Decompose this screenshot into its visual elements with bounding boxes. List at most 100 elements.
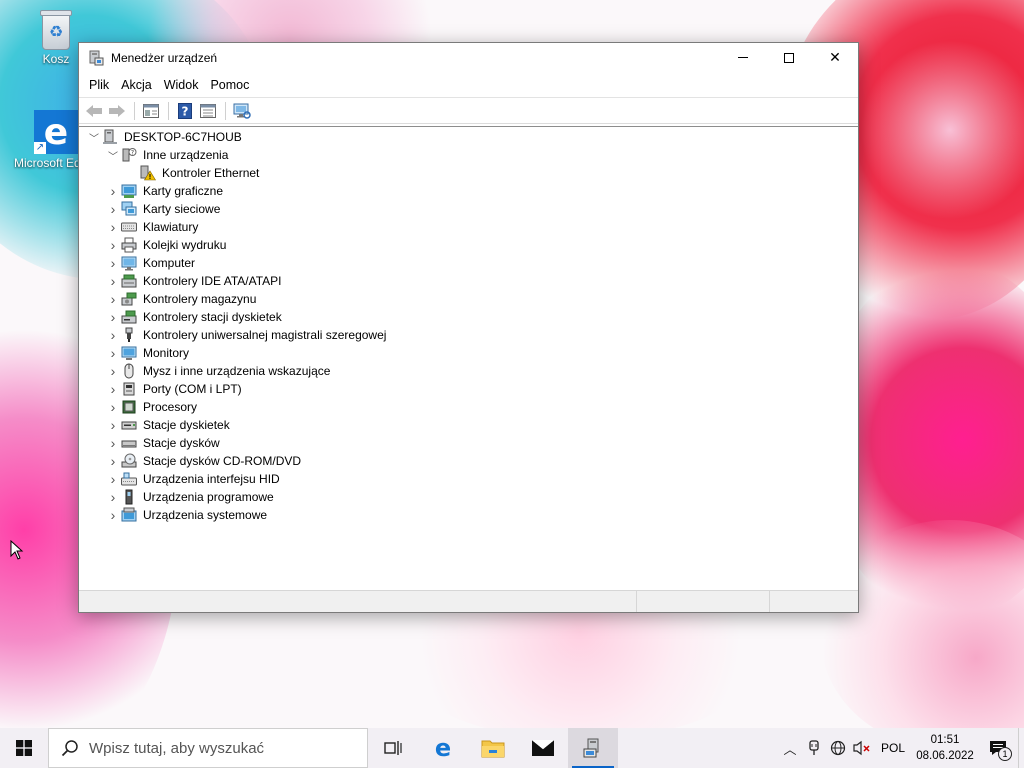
chevron-right-icon[interactable]: › <box>107 254 119 272</box>
chevron-right-icon[interactable]: › <box>107 488 119 506</box>
taskbar-device-manager[interactable] <box>568 728 618 768</box>
taskbar-task-view[interactable] <box>368 728 418 768</box>
edge-icon: e <box>435 736 451 760</box>
system-device-icon <box>121 507 137 523</box>
tree-category-label: Urządzenia interfejsu HID <box>143 472 280 486</box>
chevron-right-icon[interactable]: › <box>107 416 119 434</box>
minimize-button[interactable] <box>720 43 766 72</box>
floppy-drive-icon <box>121 417 137 433</box>
tree-category[interactable]: › Stacje dyskietek <box>79 416 858 434</box>
scan-hardware-button[interactable] <box>231 100 253 122</box>
recycle-bin-icon: ♻ <box>38 8 74 50</box>
chevron-right-icon[interactable]: › <box>107 182 119 200</box>
menu-view[interactable]: Widok <box>158 73 205 97</box>
chevron-right-icon[interactable]: › <box>107 218 119 236</box>
chevron-right-icon[interactable]: › <box>107 434 119 452</box>
close-button[interactable]: ✕ <box>812 43 858 72</box>
tray-network[interactable] <box>826 728 850 768</box>
chevron-right-icon[interactable]: › <box>107 326 119 344</box>
taskbar: Wpisz tutaj, aby wyszukać e ︿ POL 01:51 … <box>0 728 1024 768</box>
start-button[interactable] <box>0 728 48 768</box>
properties-icon <box>143 103 159 118</box>
chevron-right-icon[interactable]: › <box>107 452 119 470</box>
tree-category-label: Komputer <box>143 256 196 270</box>
tree-category-label: Karty sieciowe <box>143 202 221 216</box>
tree-category[interactable]: › Mysz i inne urządzenia wskazujące <box>79 362 858 380</box>
status-cell <box>79 591 637 612</box>
volume-muted-icon <box>853 740 870 756</box>
menu-help[interactable]: Pomoc <box>204 73 255 97</box>
help-button[interactable]: ? <box>174 100 196 122</box>
menu-action[interactable]: Akcja <box>115 73 158 97</box>
tree-category[interactable]: › Stacje dysków CD-ROM/DVD <box>79 452 858 470</box>
software-device-icon <box>121 489 137 505</box>
menu-file[interactable]: Plik <box>83 73 115 97</box>
language-indicator[interactable]: POL <box>874 741 912 755</box>
tree-root[interactable]: ﹀ DESKTOP-6C7HOUB <box>79 128 858 146</box>
tree-category[interactable]: › Stacje dysków <box>79 434 858 452</box>
tree-category-label: Monitory <box>143 346 190 360</box>
chevron-right-icon[interactable]: › <box>107 470 119 488</box>
tree-device[interactable]: Kontroler Ethernet <box>79 164 858 182</box>
taskbar-search-box[interactable]: Wpisz tutaj, aby wyszukać <box>48 728 368 768</box>
tree-category[interactable]: › Komputer <box>79 254 858 272</box>
view-button[interactable] <box>197 100 219 122</box>
tree-category[interactable]: › Kontrolery stacji dyskietek <box>79 308 858 326</box>
tree-category[interactable]: › Klawiatury <box>79 218 858 236</box>
status-bar <box>79 590 858 612</box>
tree-category-label: Porty (COM i LPT) <box>143 382 242 396</box>
tree-category-label: Stacje dysków <box>143 436 220 450</box>
chevron-right-icon[interactable]: › <box>107 308 119 326</box>
tree-category[interactable]: › Kontrolery magazynu <box>79 290 858 308</box>
chevron-up-icon: ︿ <box>783 741 797 757</box>
title-bar[interactable]: Menedżer urządzeń ✕ <box>79 43 858 73</box>
tree-category[interactable]: › Kolejki wydruku <box>79 236 858 254</box>
tray-volume[interactable] <box>850 728 874 768</box>
tree-category[interactable]: › Kontrolery uniwersalnej magistrali szer… <box>79 326 858 344</box>
clock[interactable]: 01:51 08.06.2022 <box>912 732 978 764</box>
chevron-right-icon[interactable]: › <box>107 272 119 290</box>
show-hidden-icons-button[interactable]: ︿ <box>778 728 802 768</box>
chevron-down-icon[interactable]: ﹀ <box>107 146 119 164</box>
mouse-icon <box>121 363 137 379</box>
warning-device-icon <box>140 165 156 181</box>
forward-button[interactable] <box>106 100 128 122</box>
chevron-right-icon[interactable]: › <box>107 398 119 416</box>
tray-network-device[interactable] <box>802 728 826 768</box>
maximize-button[interactable] <box>766 43 812 72</box>
device-tree: ﹀ DESKTOP-6C7HOUB ﹀? Inne urządzenia Kontr… <box>79 126 858 590</box>
chevron-right-icon[interactable]: › <box>107 290 119 308</box>
action-center-button[interactable]: 1 <box>978 728 1018 768</box>
chevron-right-icon[interactable]: › <box>107 200 119 218</box>
taskbar-mail[interactable] <box>518 728 568 768</box>
edge-icon: e ↗ <box>34 110 78 154</box>
show-desktop-button[interactable] <box>1018 728 1024 768</box>
taskbar-file-explorer[interactable] <box>468 728 518 768</box>
tree-category[interactable]: › Karty sieciowe <box>79 200 858 218</box>
back-button[interactable] <box>83 100 105 122</box>
chevron-right-icon[interactable]: › <box>107 380 119 398</box>
chevron-right-icon[interactable]: › <box>107 506 119 524</box>
tree-category[interactable]: › Kontrolery IDE ATA/ATAPI <box>79 272 858 290</box>
tree-category[interactable]: › Karty graficzne <box>79 182 858 200</box>
chevron-right-icon[interactable]: › <box>107 236 119 254</box>
tree-category[interactable]: › Procesory <box>79 398 858 416</box>
tree-category[interactable]: › Urządzenia interfejsu HID <box>79 470 858 488</box>
tree-category[interactable]: ﹀? Inne urządzenia <box>79 146 858 164</box>
help-icon: ? <box>178 102 192 119</box>
tree-category[interactable]: › Monitory <box>79 344 858 362</box>
tree-category[interactable]: › Urządzenia systemowe <box>79 506 858 524</box>
computer-icon <box>121 255 137 271</box>
maximize-icon <box>784 52 794 63</box>
properties-button[interactable] <box>140 100 162 122</box>
taskbar-edge[interactable]: e <box>418 728 468 768</box>
chevron-right-icon[interactable]: › <box>107 362 119 380</box>
toolbar-separator <box>134 101 135 120</box>
tree-category[interactable]: › Urządzenia programowe <box>79 488 858 506</box>
search-placeholder: Wpisz tutaj, aby wyszukać <box>89 739 265 757</box>
chevron-right-icon[interactable]: › <box>107 344 119 362</box>
chevron-down-icon[interactable]: ﹀ <box>88 128 100 146</box>
svg-text:e: e <box>435 736 451 760</box>
tree-category[interactable]: › Porty (COM i LPT) <box>79 380 858 398</box>
back-icon <box>86 104 102 117</box>
